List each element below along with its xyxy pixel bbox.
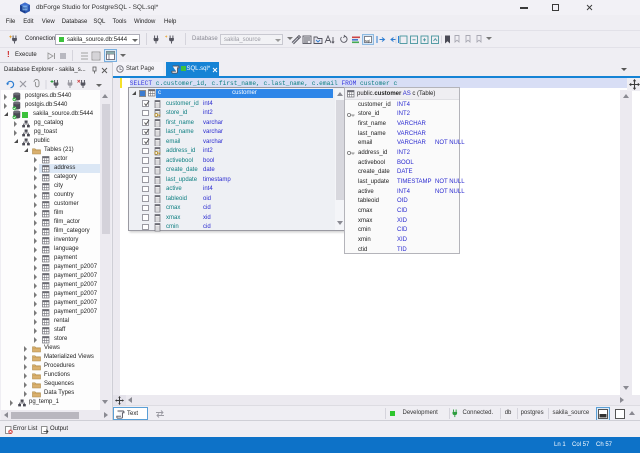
svg-text:sql: sql [365, 38, 370, 43]
